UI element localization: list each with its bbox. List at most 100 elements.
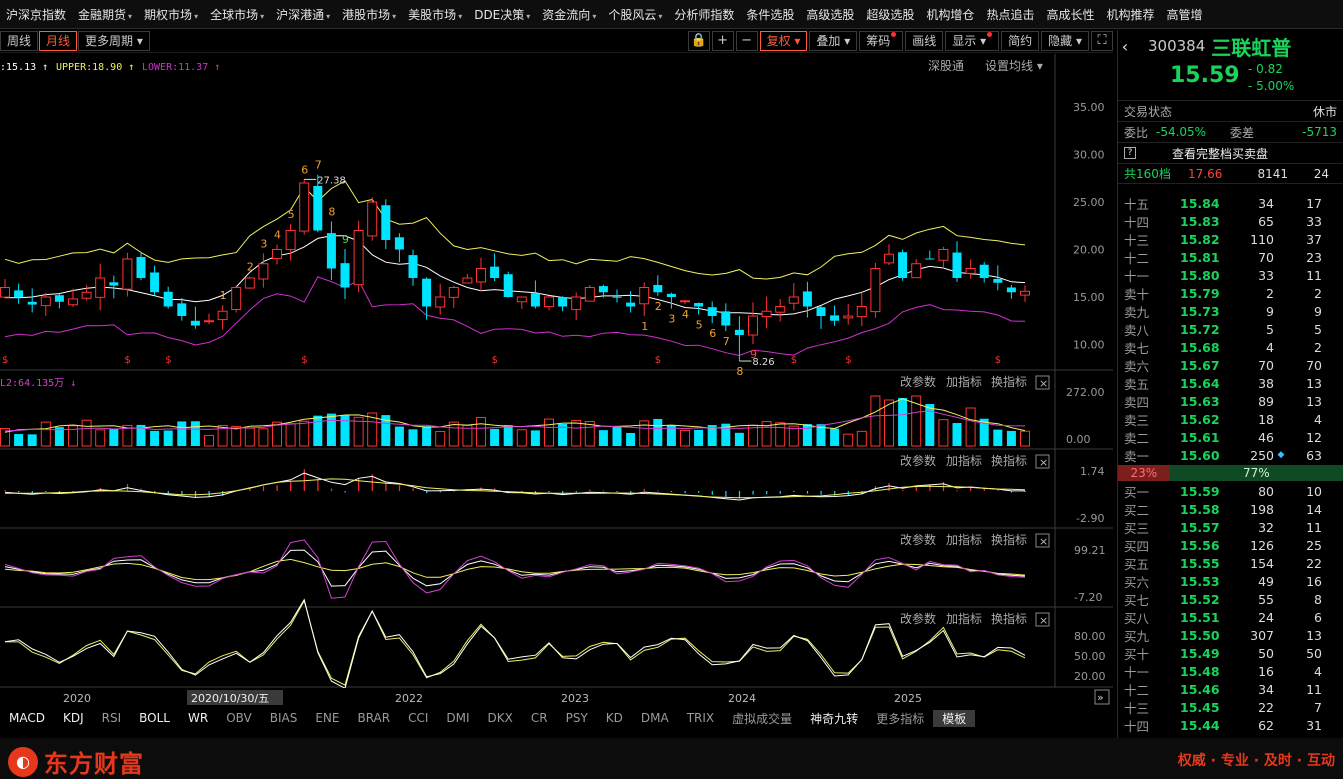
level-price: 15.52: [1180, 591, 1220, 607]
candle-body: [952, 252, 962, 278]
level-count: 11: [1306, 267, 1322, 283]
level-label: 买一: [1124, 484, 1150, 500]
chevron-down-icon: ▾: [392, 11, 397, 21]
indicator-tab[interactable]: DMA: [632, 711, 678, 725]
top-menu-item[interactable]: 机构推荐: [1100, 6, 1160, 23]
order-book-row: 卖二 15.61 46 12: [1118, 428, 1343, 446]
wr-axis-label: 20.00: [1074, 670, 1106, 683]
indicator-tab[interactable]: 虚拟成交量: [723, 710, 801, 727]
panel-params-link: 改参数: [900, 532, 936, 547]
volume-bar: [326, 413, 336, 446]
toolbar-xianshi-button[interactable]: 显示 ▾: [945, 31, 1000, 51]
volume-bar: [503, 425, 513, 446]
candle-body: [0, 287, 10, 298]
top-menu-item[interactable]: 分析师指数: [668, 6, 740, 23]
chevron-down-icon: ▾: [458, 11, 463, 21]
top-menu-item[interactable]: 高管增: [1160, 6, 1208, 23]
indicator-tab[interactable]: TRIX: [678, 711, 723, 725]
lock-icon[interactable]: 🔒: [687, 31, 710, 51]
level-count: 13: [1306, 393, 1322, 409]
volume-ma-line: [4, 398, 1026, 433]
indicator-tab[interactable]: OBV: [217, 711, 261, 725]
candle-body: [503, 274, 513, 297]
volume-bar: [190, 421, 200, 446]
top-menu-item[interactable]: 金融期货 ▾: [72, 6, 138, 23]
indicator-tab[interactable]: DKX: [479, 711, 522, 725]
indicator-tab[interactable]: 更多指标: [867, 710, 933, 727]
full-book-link[interactable]: 查看完整档买卖盘: [1172, 145, 1268, 162]
macd-axis-max: 1.74: [1080, 465, 1105, 478]
indicator-tab[interactable]: BOLL: [130, 711, 179, 725]
kline-svg[interactable]: 123456 789123 45678927.388.26$ $ $ $ $ $ $ $ $35.0…: [0, 54, 1113, 706]
period-button[interactable]: 更多周期 ▾: [78, 31, 150, 51]
indicator-tab[interactable]: KD: [597, 711, 632, 725]
level-label: 十一: [1124, 268, 1150, 284]
top-menu-item[interactable]: 条件选股: [740, 6, 800, 23]
level-count: 4: [1314, 663, 1322, 679]
top-menu-item[interactable]: 个股风云 ▾: [602, 6, 668, 23]
toolbar-diejia-button[interactable]: 叠加 ▾: [809, 31, 858, 51]
toolbar-huaxian-button[interactable]: 画线: [905, 31, 944, 51]
indicator-tab[interactable]: CR: [522, 711, 557, 725]
toolbar-fuquan-button[interactable]: 复权 ▾: [759, 31, 808, 51]
period-button[interactable]: 周线: [0, 31, 39, 51]
level-count: 22: [1306, 555, 1322, 571]
close-icon-glyph: ×: [1039, 456, 1048, 469]
level-price: 15.64: [1180, 375, 1220, 391]
volume-bar: [448, 421, 459, 447]
top-menu-item[interactable]: 热点追击: [980, 6, 1040, 23]
candle-body: [761, 310, 772, 317]
chevron-left-icon[interactable]: ‹: [1118, 37, 1132, 56]
top-menu-item[interactable]: 高级选股: [800, 6, 860, 23]
indicator-tab[interactable]: KDJ: [54, 711, 93, 725]
level-count: 50: [1306, 645, 1322, 661]
top-menu-item[interactable]: DDE决策 ▾: [468, 6, 536, 23]
minus-icon[interactable]: −: [735, 31, 758, 51]
top-menu-item[interactable]: 期权市场 ▾: [138, 6, 204, 23]
top-menu-item[interactable]: 港股市场 ▾: [336, 6, 402, 23]
chart-area[interactable]: 1 2 3 4 5 6 7 8 9 1 2 3 4 5 6 7 8 9 27.38 8.26 $ $ $ $ $ $ $ $ $35.0…: [0, 54, 1113, 706]
toolbar-jianyue-button[interactable]: 简约: [1001, 31, 1040, 51]
indicator-tab[interactable]: BIAS: [261, 711, 307, 725]
indicator-tab[interactable]: ENE: [306, 711, 348, 725]
level-price: 15.57: [1180, 519, 1220, 535]
period-button[interactable]: 月线: [39, 31, 78, 51]
volume-bar: [258, 428, 269, 447]
indicator-tab[interactable]: BRAR: [348, 711, 399, 725]
indicator-tab[interactable]: CCI: [399, 711, 437, 725]
candle-body: [204, 320, 214, 323]
indicator-tab[interactable]: RSI: [93, 711, 131, 725]
top-menu-item[interactable]: 超级选股: [860, 6, 920, 23]
top-menu-item[interactable]: 高成长性: [1040, 6, 1100, 23]
top-menu-item[interactable]: 全球市场 ▾: [204, 6, 270, 23]
top-menu-item[interactable]: 沪深京指数: [0, 6, 72, 23]
level-label: 买五: [1124, 556, 1150, 572]
indicator-tab[interactable]: PSY: [557, 711, 597, 725]
volume-bar: [313, 415, 323, 446]
top-menu-item[interactable]: 资金流向 ▾: [536, 6, 602, 23]
indicator-tab[interactable]: WR: [179, 711, 217, 725]
top-menu-item[interactable]: 沪深港通 ▾: [270, 6, 336, 23]
indicator-tab[interactable]: 神奇九转: [801, 710, 867, 727]
level-label: 买三: [1124, 520, 1150, 536]
order-book-row: 买九 15.50 307 13: [1118, 626, 1343, 644]
indicator-tab[interactable]: 模板: [933, 709, 976, 727]
full-book-row[interactable]: ? 查看完整档买卖盘: [1118, 142, 1343, 163]
toolbar-yincang-button[interactable]: 隐藏 ▾: [1041, 31, 1089, 51]
toolbar-chouma-button[interactable]: 筹码: [859, 31, 904, 51]
level-label: 十二: [1124, 250, 1150, 266]
volume-bar: [1006, 430, 1016, 446]
indicator-tab[interactable]: MACD: [0, 711, 54, 725]
top-menu-item[interactable]: 美股市场 ▾: [402, 6, 468, 23]
brand-logo[interactable]: ◐ 东方财富: [8, 744, 144, 779]
plus-icon[interactable]: +: [711, 31, 734, 51]
level-label: 卖三: [1124, 412, 1150, 428]
chart-toolbar: 周线 月线 更多周期 ▾ 🔒 + − 复权 ▾ 叠加 ▾ 筹码 画线 显示 ▾ 简约 隐藏 ▾ ⛶: [0, 30, 1113, 53]
level-count: 63: [1306, 447, 1322, 463]
volume-bar: [694, 429, 704, 446]
fullscreen-icon[interactable]: ⛶: [1091, 31, 1113, 51]
indicator-tab[interactable]: DMI: [437, 711, 478, 725]
chevron-down-icon: ▾: [128, 11, 133, 21]
volume-bar: [884, 399, 894, 447]
top-menu-item[interactable]: 机构增仓: [920, 6, 980, 23]
